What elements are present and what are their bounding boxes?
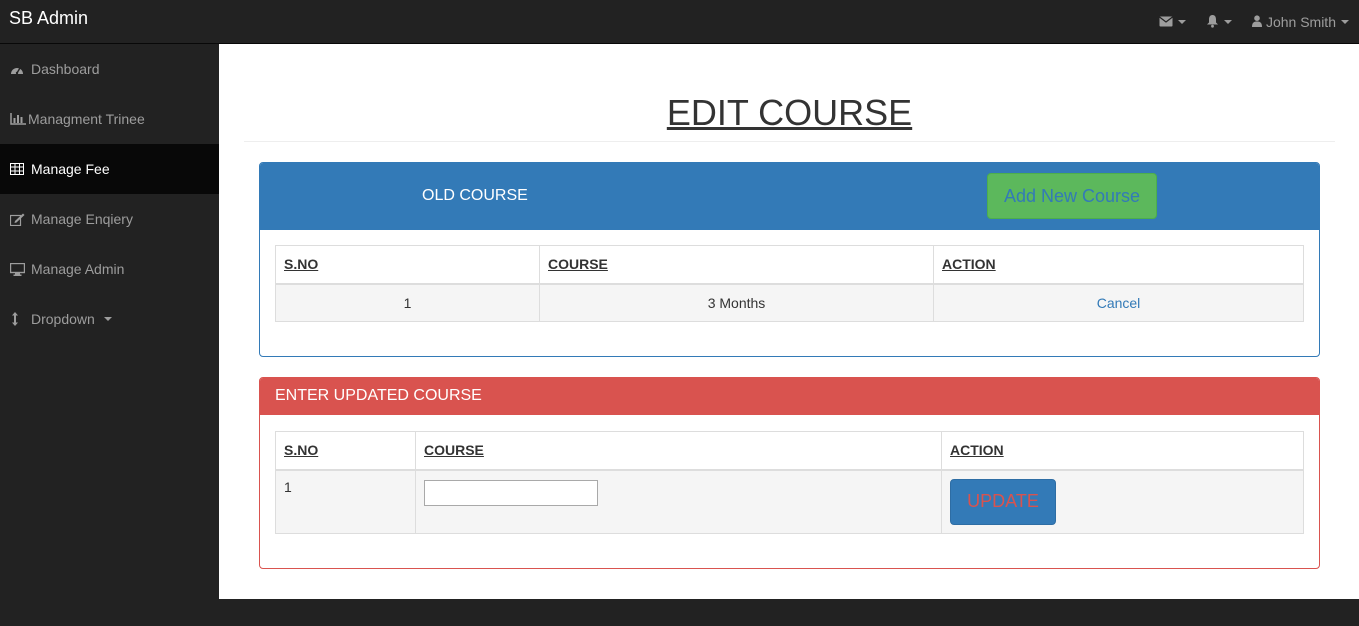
sidebar-item-manage-fee[interactable]: Manage Fee bbox=[0, 144, 219, 194]
envelope-icon bbox=[1159, 14, 1173, 30]
table-icon bbox=[10, 162, 27, 176]
old-course-panel: OLD COURSE Add New Course S.NO COURSE AC… bbox=[259, 162, 1320, 357]
sidebar-item-label: Dropdown bbox=[31, 311, 95, 327]
navbar-right: John Smith bbox=[1149, 0, 1359, 44]
bar-chart-icon bbox=[10, 112, 27, 126]
column-header-sno: S.NO bbox=[275, 245, 540, 285]
sidebar-item-dropdown[interactable]: Dropdown bbox=[0, 294, 219, 344]
chevron-down-icon bbox=[1223, 20, 1232, 24]
chevron-down-icon bbox=[103, 317, 112, 321]
updated-course-panel-heading: ENTER UPDATED COURSE bbox=[260, 378, 1319, 415]
update-button[interactable]: UPDATE bbox=[950, 478, 1056, 525]
sidebar-item-label: Dashboard bbox=[31, 61, 100, 77]
top-navbar: SB Admin John Smith bbox=[0, 0, 1359, 44]
updated-course-table: S.NO COURSE ACTION 1 UPDATE bbox=[275, 431, 1304, 534]
column-header-action: ACTION bbox=[941, 431, 1304, 471]
cancel-link[interactable]: Cancel bbox=[1097, 295, 1141, 311]
page-header: EDIT COURSE bbox=[244, 89, 1335, 142]
alerts-dropdown[interactable] bbox=[1196, 4, 1242, 40]
sidebar-item-label: Manage Admin bbox=[31, 261, 125, 277]
sidebar-item-manage-admin[interactable]: Manage Admin bbox=[0, 244, 219, 294]
cell-course: 3 Months bbox=[539, 283, 934, 322]
sidebar: Dashboard Managment Trinee Manage Fee Ma… bbox=[0, 44, 219, 599]
user-dropdown[interactable]: John Smith bbox=[1242, 4, 1359, 40]
cell-course bbox=[415, 469, 942, 534]
table-row: 1 UPDATE bbox=[275, 469, 1304, 534]
sidebar-item-manage-enqiery[interactable]: Manage Enqiery bbox=[0, 194, 219, 244]
sidebar-item-label: Managment Trinee bbox=[28, 111, 145, 127]
updated-course-title: ENTER UPDATED COURSE bbox=[275, 387, 482, 404]
old-course-panel-heading: OLD COURSE Add New Course bbox=[260, 163, 1319, 230]
main-content: EDIT COURSE OLD COURSE Add New Course S.… bbox=[219, 44, 1359, 599]
column-header-course: COURSE bbox=[415, 431, 942, 471]
updated-course-panel: ENTER UPDATED COURSE S.NO COURSE ACTION … bbox=[259, 377, 1320, 569]
column-header-course: COURSE bbox=[539, 245, 934, 285]
cell-action: UPDATE bbox=[941, 469, 1304, 534]
old-course-table: S.NO COURSE ACTION 1 3 Months Cancel bbox=[275, 245, 1304, 322]
old-course-title: OLD COURSE bbox=[422, 187, 528, 204]
column-header-sno: S.NO bbox=[275, 431, 416, 471]
cell-sno: 1 bbox=[275, 469, 416, 534]
chevron-down-icon bbox=[1177, 20, 1186, 24]
cell-action: Cancel bbox=[933, 283, 1304, 322]
arrows-vertical-icon bbox=[10, 312, 27, 326]
sidebar-item-label: Manage Enqiery bbox=[31, 211, 133, 227]
messages-dropdown[interactable] bbox=[1149, 4, 1196, 40]
user-name: John Smith bbox=[1265, 14, 1336, 30]
chevron-down-icon bbox=[1341, 20, 1349, 24]
table-row: 1 3 Months Cancel bbox=[275, 283, 1304, 322]
sidebar-item-dashboard[interactable]: Dashboard bbox=[0, 44, 219, 94]
bell-icon bbox=[1206, 14, 1219, 31]
brand-logo[interactable]: SB Admin bbox=[9, 8, 88, 28]
dashboard-icon bbox=[10, 62, 27, 76]
sidebar-item-label: Manage Fee bbox=[31, 161, 110, 177]
cell-sno: 1 bbox=[275, 283, 540, 322]
sidebar-item-managment-trinee[interactable]: Managment Trinee bbox=[0, 94, 219, 144]
course-input[interactable] bbox=[424, 479, 598, 506]
edit-icon bbox=[10, 212, 27, 226]
desktop-icon bbox=[10, 262, 27, 276]
page-title: EDIT COURSE bbox=[666, 92, 913, 133]
column-header-action: ACTION bbox=[933, 245, 1304, 285]
add-new-course-button[interactable]: Add New Course bbox=[987, 173, 1157, 219]
user-icon bbox=[1251, 14, 1262, 30]
